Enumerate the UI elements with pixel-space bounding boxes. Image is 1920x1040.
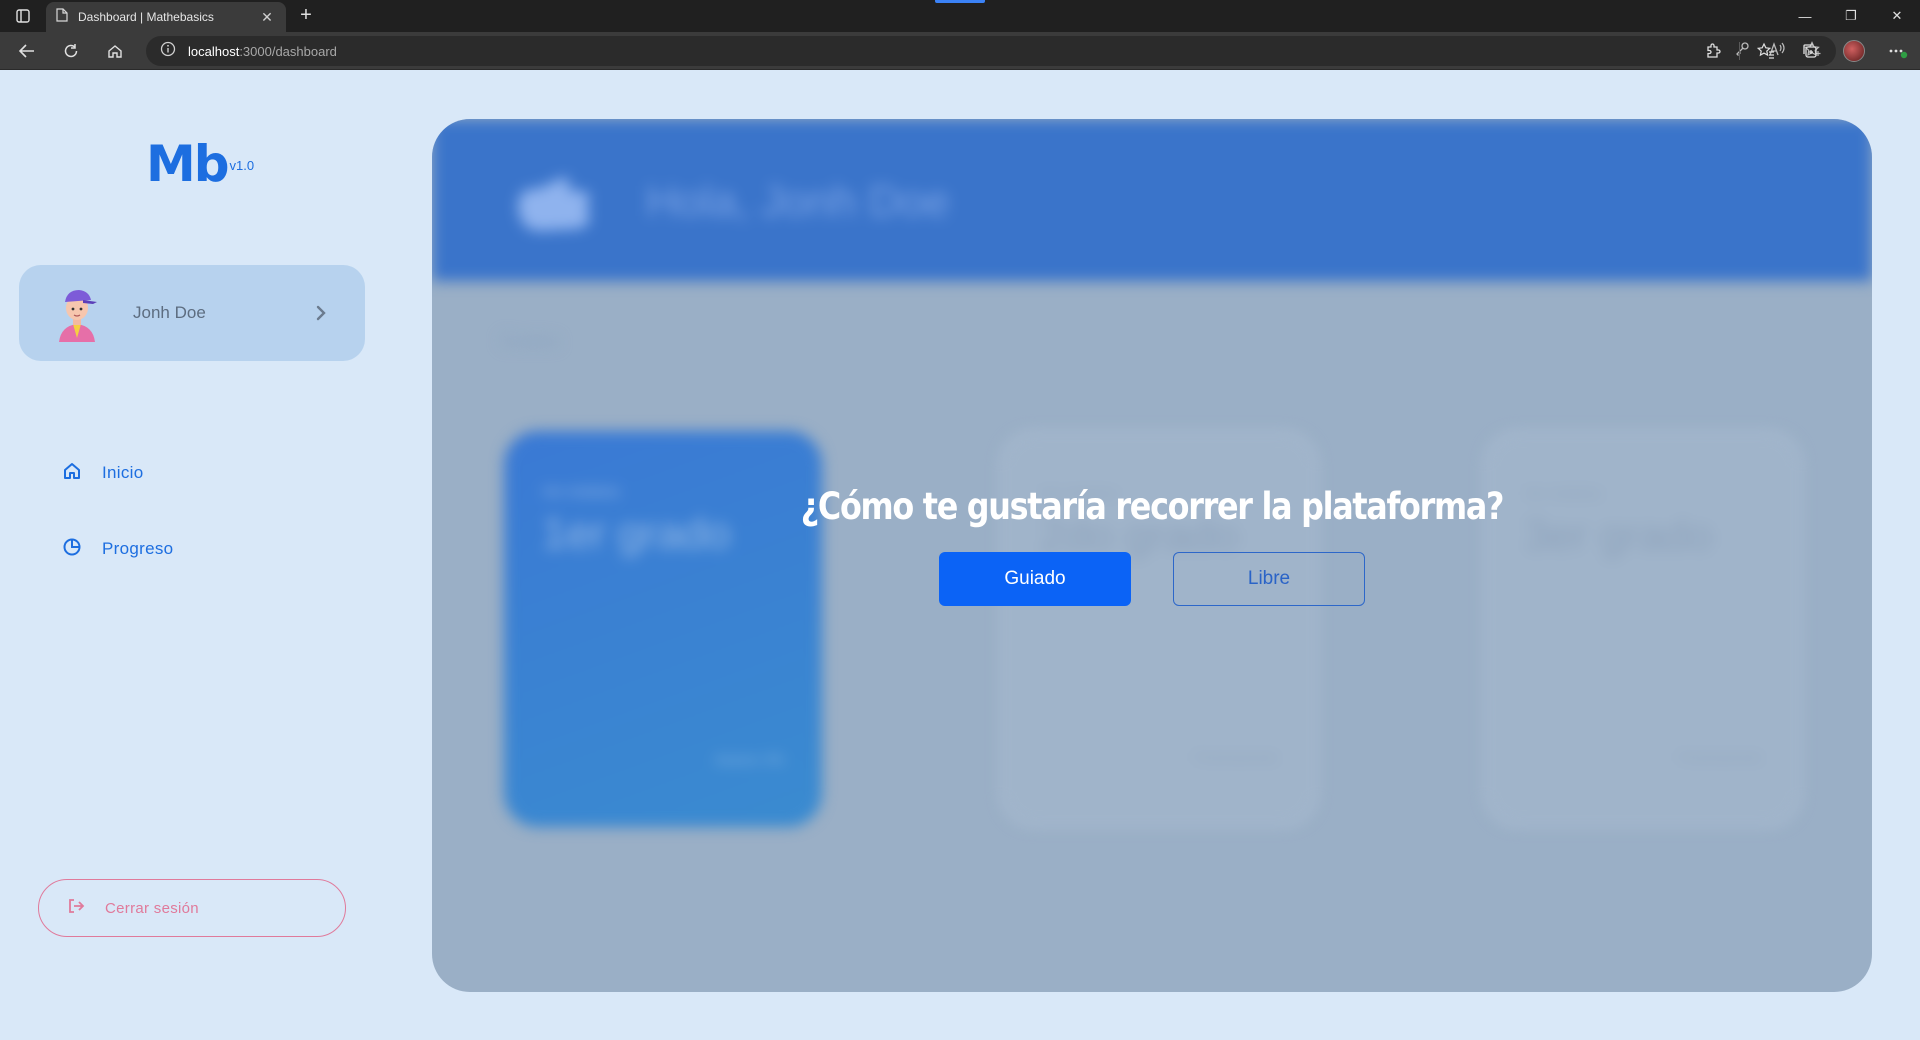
profile-name: Jonh Doe (133, 303, 206, 322)
browser-navbar: localhost:3000/dashboard (0, 32, 1920, 70)
more-icon[interactable] (1876, 32, 1920, 70)
profile-card[interactable]: Jonh Doe (19, 265, 365, 361)
close-window-icon[interactable]: ✕ (1874, 0, 1920, 32)
home-icon (62, 461, 82, 486)
app-logo[interactable]: Mb v1.0 (146, 138, 254, 190)
chevron-right-icon[interactable] (301, 304, 341, 322)
url-host: localhost (188, 43, 240, 59)
reload-icon[interactable] (56, 37, 86, 65)
site-info-icon[interactable] (160, 41, 176, 62)
browser-titlebar: Dashboard | Mathebasics ✕ + — ❐ ✕ (0, 0, 1920, 32)
top-accent (935, 0, 985, 3)
collections-icon[interactable] (1788, 32, 1832, 70)
page-icon (56, 7, 68, 27)
favorites-icon[interactable] (1744, 32, 1788, 70)
dashboard-page: Mb v1.0 Jonh Doe Inicio Progreso Cerrar … (0, 70, 1920, 1040)
main-panel: Hola, Jonh Doe Grados Ver módulos 1er gr… (432, 119, 1872, 992)
extensions-icon[interactable] (1691, 32, 1735, 70)
guided-button[interactable]: Guiado (939, 552, 1131, 606)
logout-icon (67, 898, 85, 919)
sidebar-item-label: Progreso (102, 539, 174, 558)
logo-mark: Mb (146, 135, 230, 193)
free-button[interactable]: Libre (1173, 552, 1365, 606)
url-path: :3000/dashboard (239, 43, 337, 59)
progress-icon (62, 537, 82, 562)
tour-choice-modal: ¿Cómo te gustaría recorrer la plataforma… (432, 119, 1872, 992)
minimize-icon[interactable]: — (1782, 0, 1828, 32)
profile-icon[interactable] (1832, 32, 1876, 70)
toolbar-separator (1739, 42, 1740, 60)
address-bar[interactable]: localhost:3000/dashboard (146, 36, 1836, 66)
modal-question: ¿Cómo te gustaría recorrer la plataforma… (800, 485, 1505, 528)
sidebar-nav: Inicio Progreso (62, 458, 173, 610)
tab-close-icon[interactable]: ✕ (258, 9, 276, 26)
logo-version: v1.0 (229, 158, 255, 173)
tab-title: Dashboard | Mathebasics (78, 10, 214, 24)
browser-tab[interactable]: Dashboard | Mathebasics ✕ (46, 2, 286, 32)
tab-actions-icon[interactable] (12, 6, 34, 26)
logout-label: Cerrar sesión (105, 899, 199, 917)
logout-button[interactable]: Cerrar sesión (38, 879, 346, 937)
home-browser-icon[interactable] (100, 37, 130, 65)
back-icon[interactable] (12, 37, 42, 65)
sidebar-item-progreso[interactable]: Progreso (62, 534, 173, 564)
restore-icon[interactable]: ❐ (1828, 0, 1874, 32)
avatar-icon (53, 284, 101, 342)
sidebar-item-inicio[interactable]: Inicio (62, 458, 173, 488)
sidebar-item-label: Inicio (102, 463, 144, 482)
new-tab-icon[interactable]: + (294, 4, 318, 28)
